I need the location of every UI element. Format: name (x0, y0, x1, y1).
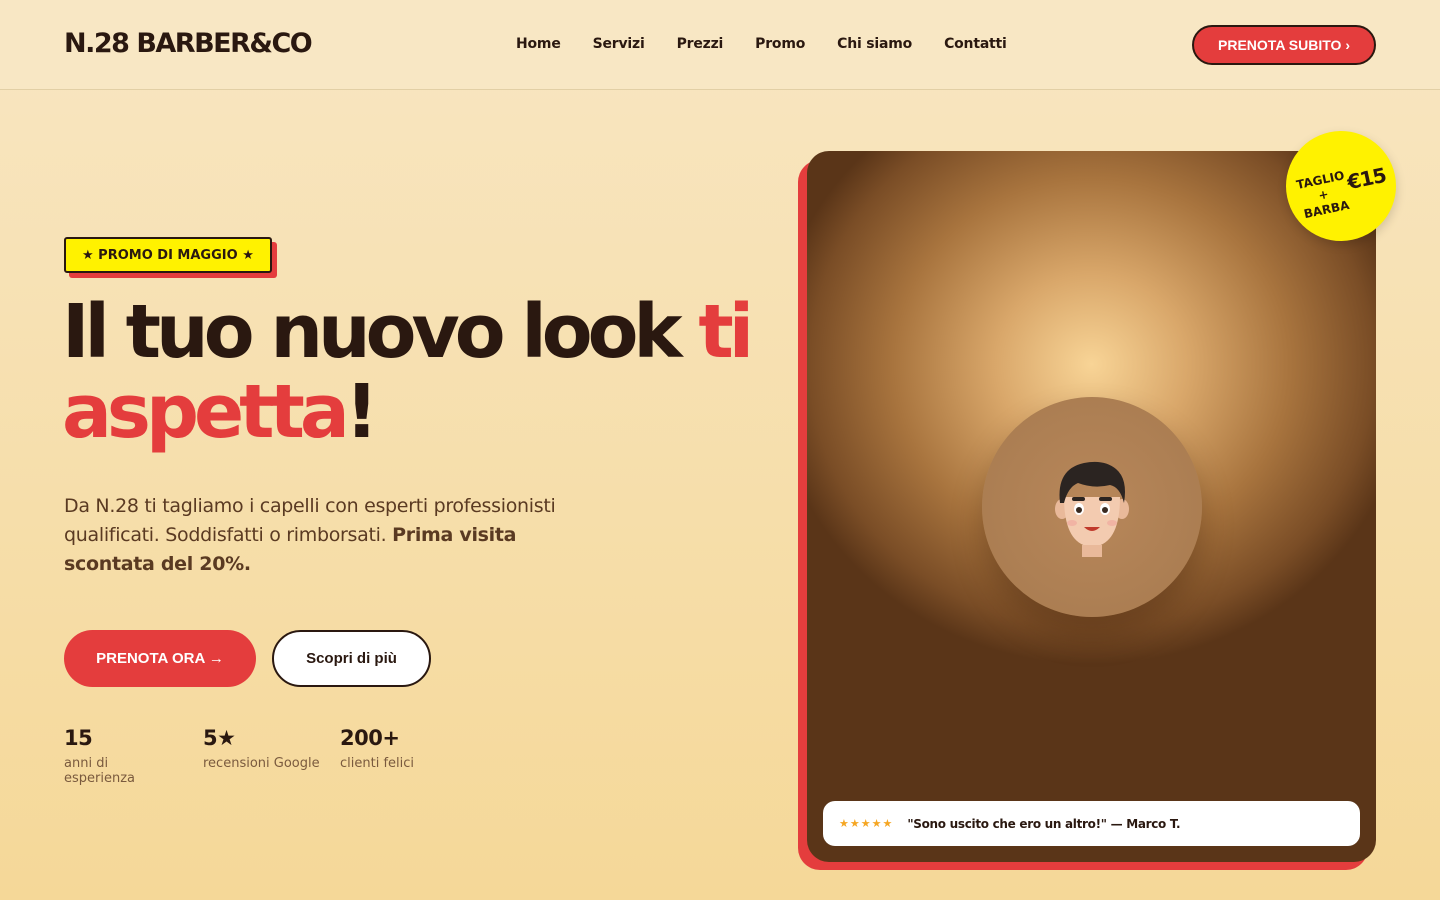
hero-title-accent-aspetta: aspetta (62, 369, 350, 455)
stat-label: anni di esperienza (64, 756, 136, 786)
nav-contatti[interactable]: Contatti (944, 36, 1007, 52)
review-stars: ★★★★★ (839, 817, 894, 830)
stat-reviews: 5★ recensioni Google (203, 726, 320, 786)
stat-label: clienti felici (340, 756, 415, 771)
hero-title-part1: Il tuo nuovo look (62, 289, 699, 375)
stat-value: 200+ (340, 726, 400, 750)
stat-experience: 15 anni di esperienza (64, 726, 183, 786)
stats: 15 anni di esperienza 5★ recensioni Goog… (64, 726, 434, 786)
nav-servizi[interactable]: Servizi (593, 36, 645, 52)
price-badge-service: TAGLIO + BARBA (1293, 168, 1353, 223)
site-header: N.28 BARBER&CO Home Servizi Prezzi Promo… (0, 0, 1440, 90)
hero-title-end: ! (344, 369, 379, 455)
promo-tag: ★ PROMO DI MAGGIO ★ (64, 237, 272, 273)
barber-avatar-icon (1055, 461, 1129, 557)
nav-chi-siamo[interactable]: Chi siamo (837, 36, 912, 52)
hero-title: Il tuo nuovo look ti aspetta! (62, 292, 782, 452)
learn-more-button[interactable]: Scopri di più (272, 630, 431, 687)
nav-prezzi[interactable]: Prezzi (677, 36, 724, 52)
price-badge-amount: €15 (1344, 162, 1388, 195)
stat-clients: 200+ clienti felici (340, 726, 414, 786)
stat-label: recensioni Google (203, 756, 320, 771)
nav-home[interactable]: Home (516, 36, 561, 52)
hero-subtitle: Da N.28 ti tagliamo i capelli con espert… (64, 492, 584, 579)
hero-title-accent-ti: ti (698, 289, 754, 375)
portrait-circle (982, 397, 1202, 617)
review-quote: "Sono uscito che ero un altro!" — Marco … (907, 816, 1181, 831)
book-now-header-button[interactable]: PRENOTA SUBITO › (1192, 25, 1376, 65)
book-now-button[interactable]: PRENOTA ORA → (64, 630, 256, 687)
main-nav: Home Servizi Prezzi Promo Chi siamo Cont… (516, 36, 1007, 52)
hero-image-card: ★★★★★ "Sono uscito che ero un altro!" — … (807, 151, 1376, 862)
stat-value: 5★ (203, 726, 236, 750)
review-card: ★★★★★ "Sono uscito che ero un altro!" — … (823, 801, 1360, 846)
stat-value: 15 (64, 726, 93, 750)
nav-promo[interactable]: Promo (755, 36, 805, 52)
logo[interactable]: N.28 BARBER&CO (64, 28, 313, 59)
